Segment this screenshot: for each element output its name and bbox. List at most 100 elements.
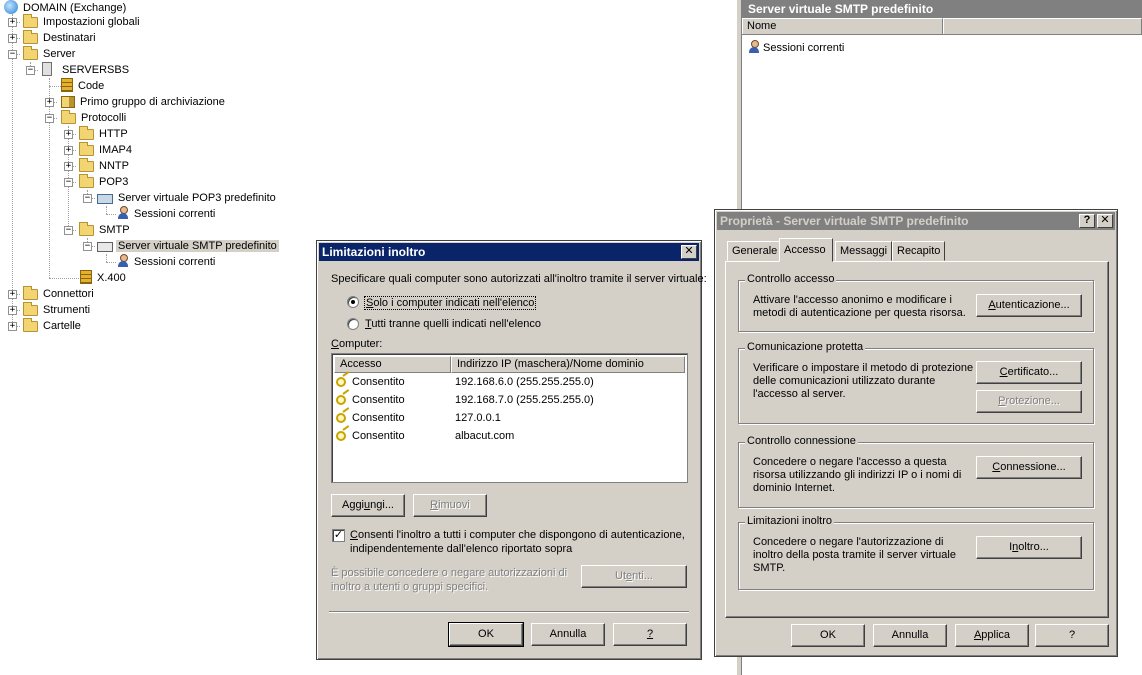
close-icon[interactable]: ✕ (1097, 214, 1113, 228)
users-button[interactable]: Utenti... (581, 565, 687, 588)
radio-all-except-label[interactable]: Tutti tranne quelli indicati nell'elenco (365, 318, 541, 330)
computer-row[interactable]: Consentito (336, 391, 405, 409)
group-text: Concedere o negare l'autorizzazione di (753, 536, 944, 548)
tree-node-x400[interactable]: X.400 (80, 270, 128, 286)
tree-node-connettori[interactable]: Connettori (23, 286, 96, 302)
tree-node-smtp-virtual-server[interactable]: Server virtuale SMTP predefinito (97, 238, 279, 254)
relay-button[interactable]: Inoltro... (976, 536, 1082, 559)
group-text: SMTP. (753, 562, 786, 574)
expand-cartelle[interactable]: + (8, 322, 17, 331)
tree-node-code[interactable]: Code (61, 78, 106, 94)
tree-node-http[interactable]: HTTP (79, 126, 130, 142)
computer-list-label: Computer: (331, 338, 383, 350)
smtp-properties-dialog: Proprietà - Server virtuale SMTP predefi… (714, 209, 1118, 657)
user-icon (748, 40, 760, 53)
collapse-protocolli[interactable]: − (45, 114, 54, 123)
folder-icon (79, 126, 94, 140)
tree-node-destinatari[interactable]: Destinatari (23, 30, 98, 46)
computer-list[interactable]: Accesso Indirizzo IP (maschera)/Nome dom… (331, 353, 688, 483)
allow-authenticated-label[interactable]: Consenti l'inoltro a tutti i computer ch… (350, 529, 685, 541)
folder-icon (23, 286, 38, 300)
computer-row[interactable]: Consentito (336, 427, 405, 445)
column-accesso[interactable]: Accesso (334, 356, 451, 373)
expand-connettori[interactable]: + (8, 290, 17, 299)
group-text: Attivare l'accesso anonimo e modificare … (753, 294, 952, 306)
tree-node-cartelle[interactable]: Cartelle (23, 318, 83, 334)
remove-button[interactable]: Rimuovi (413, 494, 487, 517)
authentication-button[interactable]: Autenticazione... (976, 294, 1082, 317)
collapse-smtp[interactable]: − (64, 226, 73, 235)
radio-only-listed[interactable] (347, 296, 359, 308)
help-icon[interactable]: ? (1079, 214, 1095, 228)
collapse-pop3[interactable]: − (64, 178, 73, 187)
collapse-pop3-vs[interactable]: − (83, 194, 92, 203)
expand-destinatari[interactable]: + (8, 34, 17, 43)
expand-primo-gruppo[interactable]: + (45, 98, 54, 107)
group-title: Limitazioni inoltro (745, 515, 834, 527)
cancel-button[interactable]: Annulla (873, 624, 947, 647)
folder-icon (79, 158, 94, 172)
allow-authenticated-checkbox[interactable]: ✓ (332, 529, 345, 542)
close-icon[interactable]: ✕ (681, 245, 697, 259)
collapse-smtp-vs[interactable]: − (83, 242, 92, 251)
user-icon (117, 254, 129, 267)
tab-accesso[interactable]: Accesso (779, 238, 833, 262)
help-button[interactable]: ? (1035, 624, 1109, 647)
tree-node-strumenti[interactable]: Strumenti (23, 302, 92, 318)
group-text: Verificare o impostare il metodo di prot… (753, 362, 974, 374)
tab-recapito[interactable]: Recapito (892, 241, 946, 261)
tree-node-protocolli[interactable]: Protocolli (61, 110, 128, 126)
group-title: Controllo accesso (745, 273, 837, 285)
radio-all-except-listed[interactable] (347, 318, 359, 330)
ok-button[interactable]: OK (791, 624, 865, 647)
separator (329, 611, 689, 613)
details-item-sessions[interactable]: Sessioni correnti (748, 40, 844, 56)
connection-button[interactable]: Connessione... (976, 456, 1082, 479)
key-icon (336, 410, 350, 424)
computer-row[interactable]: Consentito (336, 373, 405, 391)
column-empty[interactable] (943, 18, 1142, 34)
apply-button[interactable]: Applica (955, 624, 1029, 647)
queue-icon (61, 78, 73, 92)
expand-http[interactable]: + (64, 130, 73, 139)
help-button[interactable]: ? (613, 623, 687, 646)
group-text: dominio Internet. (753, 482, 835, 494)
ok-button[interactable]: OK (448, 622, 524, 647)
protection-button[interactable]: Protezione... (976, 390, 1082, 413)
relay-dialog-title: Limitazioni inoltro (322, 245, 426, 259)
expand-nntp[interactable]: + (64, 162, 73, 171)
tree-node-smtp[interactable]: SMTP (79, 222, 132, 238)
tree-node-primo-gruppo[interactable]: Primo gruppo di archiviazione (61, 94, 227, 110)
column-ip[interactable]: Indirizzo IP (maschera)/Nome dominio (451, 356, 685, 373)
collapse-serversbs[interactable]: − (26, 66, 35, 75)
tab-generale[interactable]: Generale (727, 241, 783, 261)
computer-row[interactable]: Consentito (336, 409, 405, 427)
exchange-globe-icon (4, 0, 18, 14)
folder-icon (23, 14, 38, 28)
virtual-server-icon (97, 242, 113, 252)
column-nome[interactable]: Nome (742, 18, 943, 34)
radio-only-listed-label[interactable]: Solo i computer indicati nell'elenco (364, 296, 537, 310)
expand-impostazioni[interactable]: + (8, 18, 17, 27)
expand-strumenti[interactable]: + (8, 306, 17, 315)
cancel-button[interactable]: Annulla (531, 623, 605, 646)
tab-messaggi[interactable]: Messaggi (835, 241, 893, 261)
tree-node-imap4[interactable]: IMAP4 (79, 142, 134, 158)
group-connection-control: Controllo connessione Concedere o negare… (738, 435, 1094, 508)
tree-node-pop3-sessions[interactable]: Sessioni correnti (117, 206, 217, 222)
add-button[interactable]: Aggiungi... (331, 494, 405, 517)
tree-node-pop3[interactable]: POP3 (79, 174, 130, 190)
tree-node-server[interactable]: Server (23, 46, 77, 62)
key-icon (336, 428, 350, 442)
tab-strip: Generale Accesso Messaggi Recapito (725, 238, 1105, 263)
tree-node-pop3-virtual-server[interactable]: Server virtuale POP3 predefinito (97, 190, 278, 206)
virtual-server-icon (97, 194, 113, 204)
tree-node-impostazioni[interactable]: Impostazioni globali (23, 14, 142, 30)
tree-node-smtp-sessions[interactable]: Sessioni correnti (117, 254, 217, 270)
certificate-button[interactable]: Certificato... (976, 361, 1082, 384)
tree-node-nntp[interactable]: NNTP (79, 158, 131, 174)
collapse-server[interactable]: − (8, 50, 17, 59)
properties-dialog-title: Proprietà - Server virtuale SMTP predefi… (720, 214, 969, 228)
expand-imap4[interactable]: + (64, 146, 73, 155)
tree-node-serversbs[interactable]: SERVERSBS (42, 62, 131, 78)
